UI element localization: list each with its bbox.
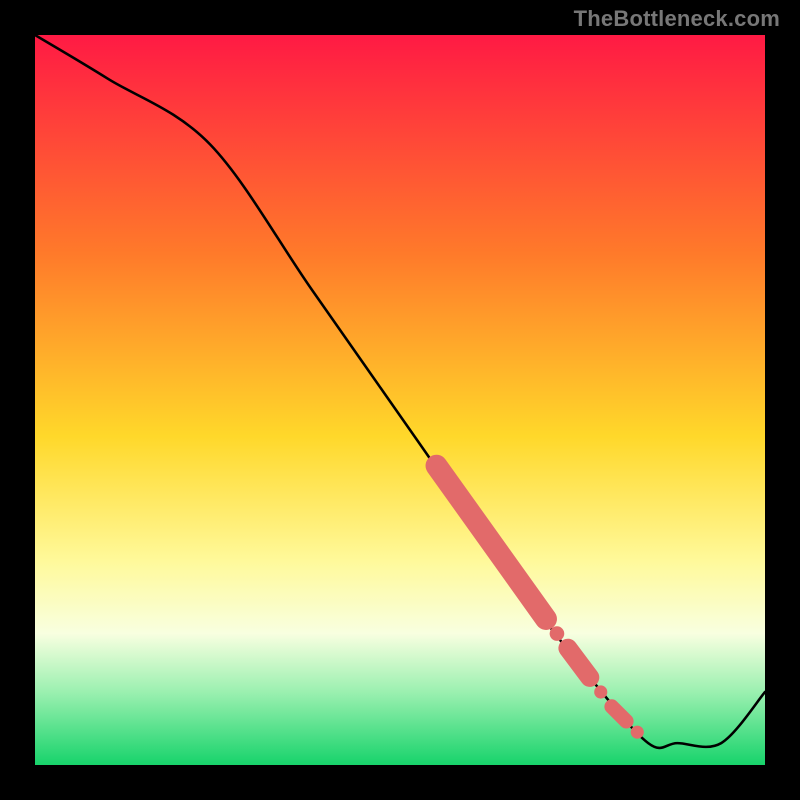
highlight-dot [631, 726, 644, 739]
gradient-background [35, 35, 765, 765]
plot-area [35, 35, 765, 765]
watermark-text: TheBottleneck.com [574, 6, 780, 32]
chart-frame: TheBottleneck.com [0, 0, 800, 800]
highlight-dot [550, 626, 565, 641]
highlight-dot [594, 685, 607, 698]
highlight-segment [612, 707, 627, 722]
chart-svg [35, 35, 765, 765]
